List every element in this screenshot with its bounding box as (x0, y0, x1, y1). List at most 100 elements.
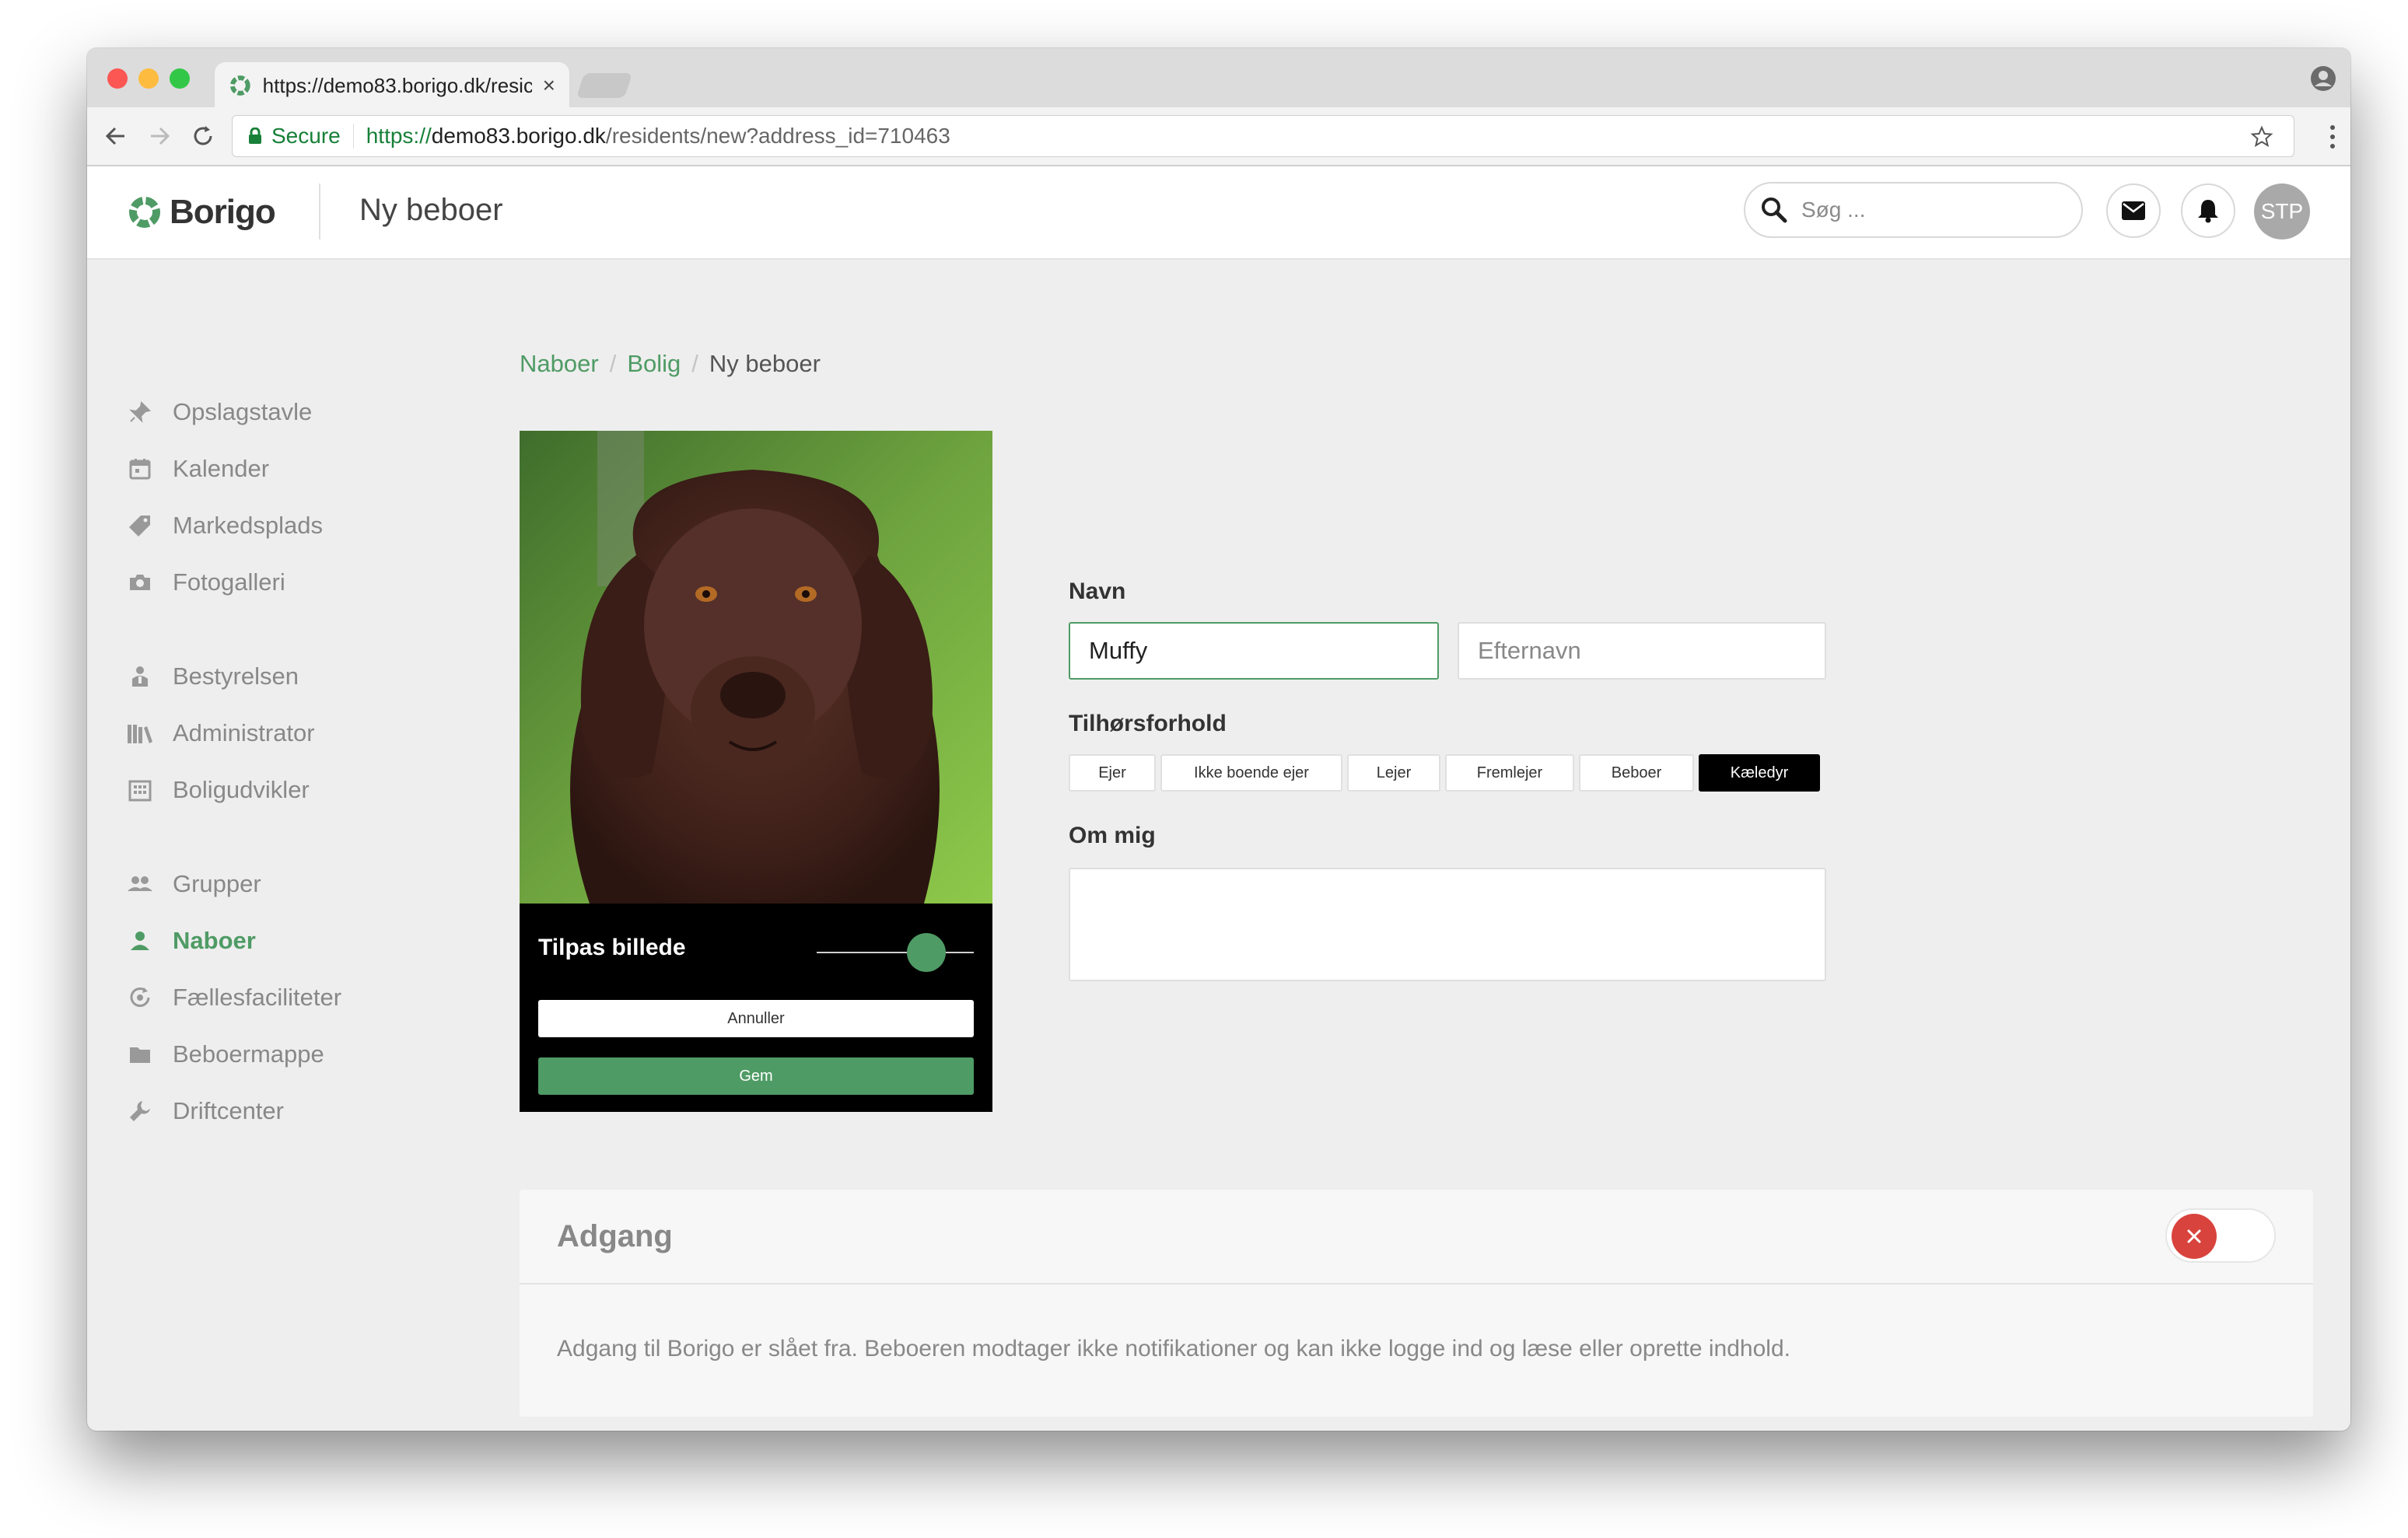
sidebar-item-administrator[interactable]: Administrator (126, 719, 315, 747)
reload-icon[interactable] (188, 121, 218, 151)
calendar-icon (126, 455, 154, 483)
lock-icon (249, 128, 261, 144)
omnibox[interactable]: Secure https://demo83.borigo.dk/resident… (232, 115, 2294, 157)
sidebar-item-grupper[interactable]: Grupper (126, 870, 261, 898)
profile-icon[interactable] (2310, 65, 2336, 92)
access-description: Adgang til Borigo er slået fra. Beboeren… (557, 1336, 1790, 1361)
relation-option-ikke-boende-ejer[interactable]: Ikke boende ejer (1160, 754, 1342, 792)
about-textarea[interactable] (1069, 868, 1826, 981)
sidebar-item-opslagstavle[interactable]: Opslagstavle (126, 398, 312, 426)
sidebar-item-label: Fællesfaciliteter (173, 984, 342, 1011)
building-icon (126, 776, 154, 804)
browser-tab[interactable]: https://demo83.borigo.dk/resic × (215, 62, 569, 109)
bell-icon (2198, 200, 2218, 223)
address-bar: Secure https://demo83.borigo.dk/resident… (87, 107, 2350, 166)
sidebar-item-label: Administrator (173, 719, 315, 746)
relation-label: Tilhørsforhold (1069, 711, 1227, 736)
folder-icon (126, 1040, 154, 1068)
messages-button[interactable] (2106, 184, 2161, 238)
toggle-knob (2172, 1214, 2217, 1259)
envelope-icon (2122, 201, 2145, 220)
app-header: Borigo Ny beboer STP (87, 166, 2350, 260)
adjust-photo-title: Tilpas billede (538, 935, 686, 960)
relation-option-lejer[interactable]: Lejer (1347, 754, 1440, 792)
sidebar-item-label: Markedsplads (173, 512, 323, 539)
photo-editor: Tilpas billede Annuller Gem (520, 431, 992, 1112)
url-host: demo83.borigo.dk (431, 124, 606, 148)
sidebar-item-bestyrelsen[interactable]: Bestyrelsen (126, 662, 299, 690)
page-title: Ny beboer (359, 193, 503, 227)
maximize-window-button[interactable] (170, 68, 190, 89)
sidebar-item-label: Bestyrelsen (173, 662, 299, 690)
sidebar-item-naboer[interactable]: Naboer (126, 927, 256, 955)
wrench-icon (126, 1097, 154, 1125)
sidebar-item-label: Fotogalleri (173, 568, 285, 596)
zoom-slider-track[interactable] (817, 952, 974, 953)
access-header: Adgang (520, 1190, 2313, 1285)
breadcrumb-separator: / (691, 350, 698, 377)
sidebar-item-beboermappe[interactable]: Beboermappe (126, 1040, 324, 1068)
favicon-icon (229, 75, 250, 96)
minimize-window-button[interactable] (138, 68, 159, 89)
back-icon[interactable] (101, 121, 131, 151)
tag-icon (126, 512, 154, 540)
sidebar-item-kalender[interactable]: Kalender (126, 455, 269, 483)
sidebar-item-markedsplads[interactable]: Markedsplads (126, 512, 323, 540)
relation-option-beboer[interactable]: Beboer (1579, 754, 1694, 792)
save-photo-button[interactable]: Gem (538, 1057, 974, 1095)
books-icon (126, 719, 154, 747)
sidebar-item-label: Boligudvikler (173, 776, 310, 803)
group-icon (126, 870, 154, 898)
cancel-photo-button[interactable]: Annuller (538, 1000, 974, 1037)
sidebar-item-label: Driftcenter (173, 1097, 284, 1124)
relation-option-fremlejer[interactable]: Fremlejer (1445, 754, 1574, 792)
last-name-input[interactable] (1458, 622, 1826, 680)
tab-title: https://demo83.borigo.dk/resic (262, 73, 532, 97)
sidebar-item-fotogalleri[interactable]: Fotogalleri (126, 568, 285, 596)
search-icon (1762, 197, 1787, 223)
logo-icon (129, 197, 160, 228)
url-path: /residents/new?address_id=710463 (605, 124, 950, 148)
breadcrumb-separator: / (609, 350, 617, 377)
name-label: Navn (1069, 578, 1126, 604)
about-label: Om mig (1069, 823, 1156, 848)
close-window-button[interactable] (107, 68, 128, 89)
bookmark-star-icon[interactable] (2250, 125, 2273, 149)
relation-option-ejer[interactable]: Ejer (1069, 754, 1156, 792)
header-divider (319, 184, 320, 239)
breadcrumb-link-naboer[interactable]: Naboer (520, 350, 599, 378)
forward-icon[interactable] (145, 121, 174, 151)
person-icon (126, 927, 154, 955)
user-avatar[interactable]: STP (2254, 184, 2310, 239)
browser-menu-icon[interactable] (2329, 123, 2336, 151)
zoom-slider-handle[interactable] (907, 933, 947, 972)
secure-indicator[interactable]: Secure (248, 124, 354, 149)
new-tab-button[interactable] (576, 73, 633, 98)
sidebar-item-faellesfaciliteter[interactable]: Fællesfaciliteter (126, 984, 341, 1012)
sidebar-item-boligudvikler[interactable]: Boligudvikler (126, 776, 310, 804)
relation-segmented-control: Ejer Ikke boende ejer Lejer Fremlejer Be… (1069, 754, 1820, 792)
close-icon (2187, 1229, 2201, 1243)
search-box[interactable] (1744, 182, 2083, 238)
tab-strip: https://demo83.borigo.dk/resic × (87, 48, 2350, 109)
borigo-logo[interactable]: Borigo (126, 193, 276, 232)
first-name-input[interactable] (1069, 622, 1439, 680)
sidebar-item-label: Naboer (173, 927, 256, 954)
logo-text: Borigo (170, 193, 276, 231)
camera-icon (126, 568, 154, 596)
notifications-button[interactable] (2181, 184, 2235, 238)
breadcrumb: Naboer / Bolig / Ny beboer (520, 350, 821, 378)
access-panel: Adgang Adgang til Borigo er slået fra. B… (520, 1190, 2313, 1417)
search-input[interactable] (1800, 197, 2052, 223)
board-icon (126, 662, 154, 690)
url-scheme: https:// (366, 124, 432, 148)
access-toggle[interactable] (2165, 1208, 2276, 1263)
facilities-icon (126, 984, 154, 1012)
breadcrumb-link-bolig[interactable]: Bolig (627, 350, 681, 378)
resident-photo[interactable] (520, 431, 992, 904)
relation-option-kaeledyr[interactable]: Kæledyr (1699, 754, 1820, 792)
breadcrumb-current: Ny beboer (709, 350, 821, 377)
sidebar-item-label: Kalender (173, 455, 270, 482)
tab-close-icon[interactable]: × (543, 73, 555, 98)
sidebar-item-driftcenter[interactable]: Driftcenter (126, 1097, 284, 1125)
